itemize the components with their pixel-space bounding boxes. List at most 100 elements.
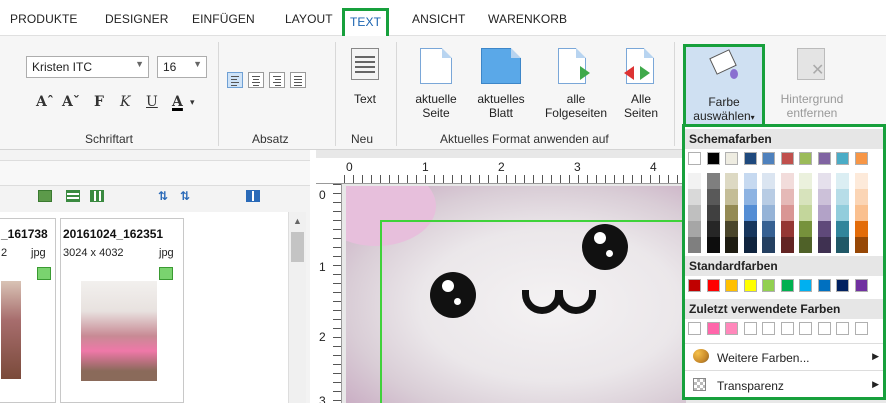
color-swatch[interactable]: [743, 152, 757, 165]
color-swatch[interactable]: [688, 237, 701, 253]
color-swatch[interactable]: [743, 322, 757, 335]
view-list-icon[interactable]: [66, 190, 80, 202]
color-swatch[interactable]: [725, 279, 738, 292]
menu-text[interactable]: TEXT: [342, 8, 390, 36]
color-swatch[interactable]: [780, 279, 794, 292]
color-swatch[interactable]: [762, 279, 775, 292]
color-swatch[interactable]: [817, 279, 831, 292]
color-swatch[interactable]: [836, 205, 849, 221]
color-swatch[interactable]: [836, 152, 849, 165]
align-center-icon[interactable]: [248, 72, 264, 88]
color-swatch[interactable]: [706, 279, 720, 292]
color-swatch[interactable]: [854, 152, 868, 165]
more-colors-item[interactable]: Weitere Farben... ▶: [685, 346, 883, 368]
color-swatch[interactable]: [780, 189, 794, 205]
color-swatch[interactable]: [743, 189, 757, 205]
color-swatch[interactable]: [799, 173, 812, 189]
color-swatch[interactable]: [780, 237, 794, 253]
color-swatch[interactable]: [854, 279, 868, 292]
color-swatch[interactable]: [817, 205, 831, 221]
color-swatch[interactable]: [762, 173, 775, 189]
menu-produkte[interactable]: PRODUKTE: [10, 12, 77, 26]
color-swatch[interactable]: [799, 189, 812, 205]
color-swatch[interactable]: [706, 221, 720, 237]
color-swatch[interactable]: [762, 189, 775, 205]
remove-background-button[interactable]: ✕ Hintergrund entfernen: [767, 44, 857, 124]
color-swatch[interactable]: [706, 173, 720, 189]
font-size-combo[interactable]: 16 ▼: [157, 56, 207, 78]
menu-einfuegen[interactable]: EINFÜGEN: [192, 12, 255, 26]
color-swatch[interactable]: [706, 322, 720, 335]
sort-descending-icon[interactable]: ⇅: [180, 190, 194, 202]
color-swatch[interactable]: [780, 173, 794, 189]
color-swatch[interactable]: [799, 322, 812, 335]
color-swatch[interactable]: [743, 205, 757, 221]
color-swatch[interactable]: [817, 152, 831, 165]
color-swatch[interactable]: [743, 221, 757, 237]
color-swatch[interactable]: [836, 189, 849, 205]
color-swatch[interactable]: [854, 221, 868, 237]
scrollbar-thumb[interactable]: [291, 232, 304, 262]
color-swatch[interactable]: [780, 205, 794, 221]
color-swatch[interactable]: [725, 189, 738, 205]
color-swatch[interactable]: [854, 189, 868, 205]
underline-button[interactable]: U: [146, 94, 158, 110]
menu-layout[interactable]: LAYOUT: [285, 12, 333, 26]
color-swatch[interactable]: [706, 205, 720, 221]
color-swatch[interactable]: [706, 189, 720, 205]
color-swatch[interactable]: [799, 152, 812, 165]
color-swatch[interactable]: [688, 189, 701, 205]
transparency-item[interactable]: Transparenz ▶: [685, 374, 883, 396]
color-swatch[interactable]: [688, 279, 701, 292]
color-swatch[interactable]: [854, 205, 868, 221]
chevron-down-icon[interactable]: ▾: [190, 98, 195, 108]
color-swatch[interactable]: [817, 221, 831, 237]
arrange-icon[interactable]: [246, 190, 260, 202]
color-swatch[interactable]: [762, 322, 775, 335]
color-swatch[interactable]: [706, 152, 720, 165]
color-swatch[interactable]: [725, 152, 738, 165]
grow-font-button[interactable]: Aˆ: [36, 94, 54, 110]
color-swatch[interactable]: [762, 237, 775, 253]
color-swatch[interactable]: [743, 173, 757, 189]
color-swatch[interactable]: [743, 279, 757, 292]
color-swatch[interactable]: [836, 221, 849, 237]
color-swatch[interactable]: [817, 173, 831, 189]
thumbnail-item[interactable]: 20161024_162351 3024 x 4032 jpg: [60, 218, 184, 403]
color-swatch[interactable]: [799, 237, 812, 253]
shrink-font-button[interactable]: Aˇ: [62, 94, 80, 110]
color-swatch[interactable]: [836, 322, 849, 335]
apply-all-pages-button[interactable]: Alle Seiten: [616, 44, 666, 124]
align-left-icon[interactable]: [227, 72, 243, 88]
color-swatch[interactable]: [688, 173, 701, 189]
color-swatch[interactable]: [725, 173, 738, 189]
color-swatch[interactable]: [780, 152, 794, 165]
color-swatch[interactable]: [688, 152, 701, 165]
color-swatch[interactable]: [725, 237, 738, 253]
color-swatch[interactable]: [725, 221, 738, 237]
color-swatch[interactable]: [854, 237, 868, 253]
panel-search-bar[interactable]: [0, 160, 310, 186]
view-grid-icon[interactable]: [90, 190, 104, 202]
sort-ascending-icon[interactable]: ⇅: [158, 190, 172, 202]
color-swatch[interactable]: [817, 322, 831, 335]
color-swatch[interactable]: [836, 237, 849, 253]
color-swatch[interactable]: [780, 322, 794, 335]
new-text-button[interactable]: Text: [345, 44, 385, 124]
menu-warenkorb[interactable]: WARENKORB: [488, 12, 567, 26]
color-swatch[interactable]: [780, 221, 794, 237]
apply-following-pages-button[interactable]: alle Folgeseiten: [536, 44, 616, 124]
choose-color-button[interactable]: Farbe auswählen▾: [683, 44, 765, 128]
color-swatch[interactable]: [836, 173, 849, 189]
color-swatch[interactable]: [743, 237, 757, 253]
apply-current-page-button[interactable]: aktuelle Seite: [405, 44, 467, 124]
color-swatch[interactable]: [854, 322, 868, 335]
color-swatch[interactable]: [725, 322, 738, 335]
apply-current-sheet-button[interactable]: aktuelles Blatt: [468, 44, 534, 124]
color-swatch[interactable]: [817, 189, 831, 205]
color-swatch[interactable]: [725, 205, 738, 221]
color-swatch[interactable]: [854, 173, 868, 189]
color-swatch[interactable]: [799, 279, 812, 292]
color-swatch[interactable]: [836, 279, 849, 292]
align-right-icon[interactable]: [269, 72, 285, 88]
